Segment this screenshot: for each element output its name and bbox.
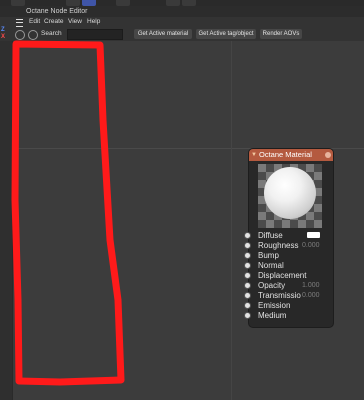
red-highlight-annotation	[11, 40, 125, 386]
